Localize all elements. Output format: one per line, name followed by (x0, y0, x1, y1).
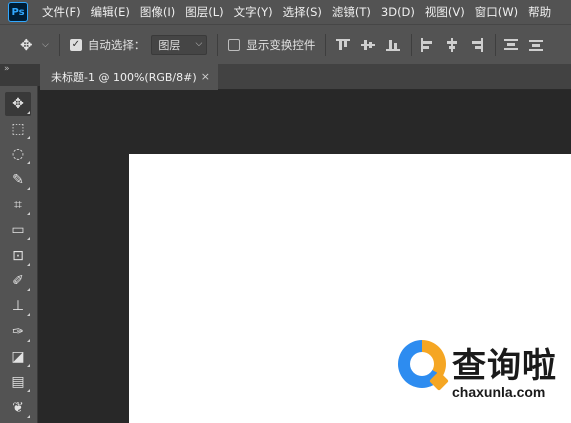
chevron-down-icon: ⌵ (195, 38, 203, 49)
quick-selection-tool-icon: ✎ (12, 172, 24, 188)
menu-view[interactable]: 视图(V) (425, 4, 465, 20)
eraser-tool-icon: ◪ (11, 349, 25, 365)
crop-tool-icon: ⌗ (14, 197, 22, 213)
show-transform-label: 显示变换控件 (246, 37, 316, 52)
menu-bar: Ps 文件(F) 编辑(E) 图像(I) 图层(L) 文字(Y) 选择(S) 滤… (0, 0, 571, 24)
divider (411, 33, 413, 56)
gradient-tool-button[interactable]: ▤ (5, 370, 31, 394)
align-buttons (336, 33, 554, 56)
tools-panel: ✥ ⬚ ◌ ✎ ⌗ ▭ ⊡ ✐ ⊥ ✑ ◪ ▤ ❦ (0, 86, 38, 423)
divider (58, 33, 60, 56)
align-right-icon[interactable] (470, 37, 484, 52)
smudge-tool-icon: ❦ (12, 400, 24, 416)
menu-file[interactable]: 文件(F) (42, 4, 81, 20)
marquee-tool-button[interactable]: ⬚ (5, 117, 31, 141)
divider (217, 33, 219, 56)
move-tool-icon: ✥ (12, 96, 24, 112)
auto-select-checkbox[interactable]: ✓ (69, 38, 82, 51)
brush-tool-button[interactable]: ✐ (5, 269, 31, 293)
options-bar: ✥ ⌵ ✓ 自动选择： 图层 ⌵ 显示变换控件 (0, 24, 571, 64)
divider (325, 33, 327, 56)
menu-type[interactable]: 文字(Y) (234, 4, 273, 20)
crop-tool-button[interactable]: ⌗ (5, 193, 31, 217)
align-top-icon[interactable] (336, 38, 351, 52)
move-tool-preset-icon[interactable]: ✥ (20, 37, 36, 53)
align-hcenter-icon[interactable] (445, 37, 459, 52)
align-vcenter-icon[interactable] (361, 38, 376, 52)
menu-edit[interactable]: 编辑(E) (91, 4, 130, 20)
menu-image[interactable]: 图像(I) (140, 4, 175, 20)
show-transform-checkbox[interactable] (228, 38, 241, 51)
watermark-url: chaxunla.com (452, 384, 546, 400)
align-bottom-icon[interactable] (386, 38, 401, 52)
document-tab-bar: 未标题-1 @ 100%(RGB/8#) × (40, 64, 571, 90)
chevron-down-icon[interactable]: ⌵ (42, 40, 49, 50)
panel-collapse-toggle[interactable]: » (0, 64, 40, 86)
ruler-tool-button[interactable]: ▭ (5, 218, 31, 242)
marquee-tool-icon: ⬚ (11, 121, 25, 137)
patch-tool-button[interactable]: ⊡ (5, 244, 31, 268)
patch-tool-icon: ⊡ (12, 248, 24, 264)
close-icon[interactable]: × (201, 70, 210, 83)
history-brush-tool-icon: ✑ (12, 324, 24, 340)
align-left-icon[interactable] (420, 37, 434, 52)
history-brush-tool-button[interactable]: ✑ (5, 320, 31, 344)
gradient-tool-icon: ▤ (11, 374, 25, 390)
auto-select-dropdown[interactable]: 图层 ⌵ (151, 34, 208, 55)
auto-select-value: 图层 (158, 38, 181, 52)
menu-select[interactable]: 选择(S) (283, 4, 322, 20)
stamp-tool-icon: ⊥ (11, 298, 25, 314)
photoshop-logo-icon: Ps (8, 2, 28, 22)
watermark-logo: 查询啦 chaxunla.com (396, 336, 566, 408)
eraser-tool-button[interactable]: ◪ (5, 345, 31, 369)
divider (495, 33, 497, 56)
distribute-top-icon[interactable] (504, 38, 519, 52)
distribute-vcenter-icon[interactable] (529, 38, 544, 52)
document-tab[interactable]: 未标题-1 @ 100%(RGB/8#) × (40, 64, 218, 90)
watermark-title: 查询啦 (452, 346, 557, 386)
quick-selection-tool-button[interactable]: ✎ (5, 168, 31, 192)
document-tab-title: 未标题-1 @ 100%(RGB/8#) (51, 71, 197, 84)
auto-select-label: 自动选择： (87, 37, 146, 52)
smudge-tool-button[interactable]: ❦ (5, 396, 31, 420)
menu-help[interactable]: 帮助 (528, 4, 551, 20)
ruler-tool-icon: ▭ (11, 222, 25, 238)
menu-filter[interactable]: 滤镜(T) (332, 4, 371, 20)
menu-layer[interactable]: 图层(L) (185, 4, 223, 20)
move-tool-button[interactable]: ✥ (5, 92, 31, 116)
lasso-tool-button[interactable]: ◌ (5, 142, 31, 166)
menu-3d[interactable]: 3D(D) (381, 5, 415, 19)
lasso-tool-icon: ◌ (11, 146, 25, 162)
brush-tool-icon: ✐ (12, 273, 24, 289)
stamp-tool-button[interactable]: ⊥ (5, 294, 31, 318)
menu-window[interactable]: 窗口(W) (475, 4, 518, 20)
